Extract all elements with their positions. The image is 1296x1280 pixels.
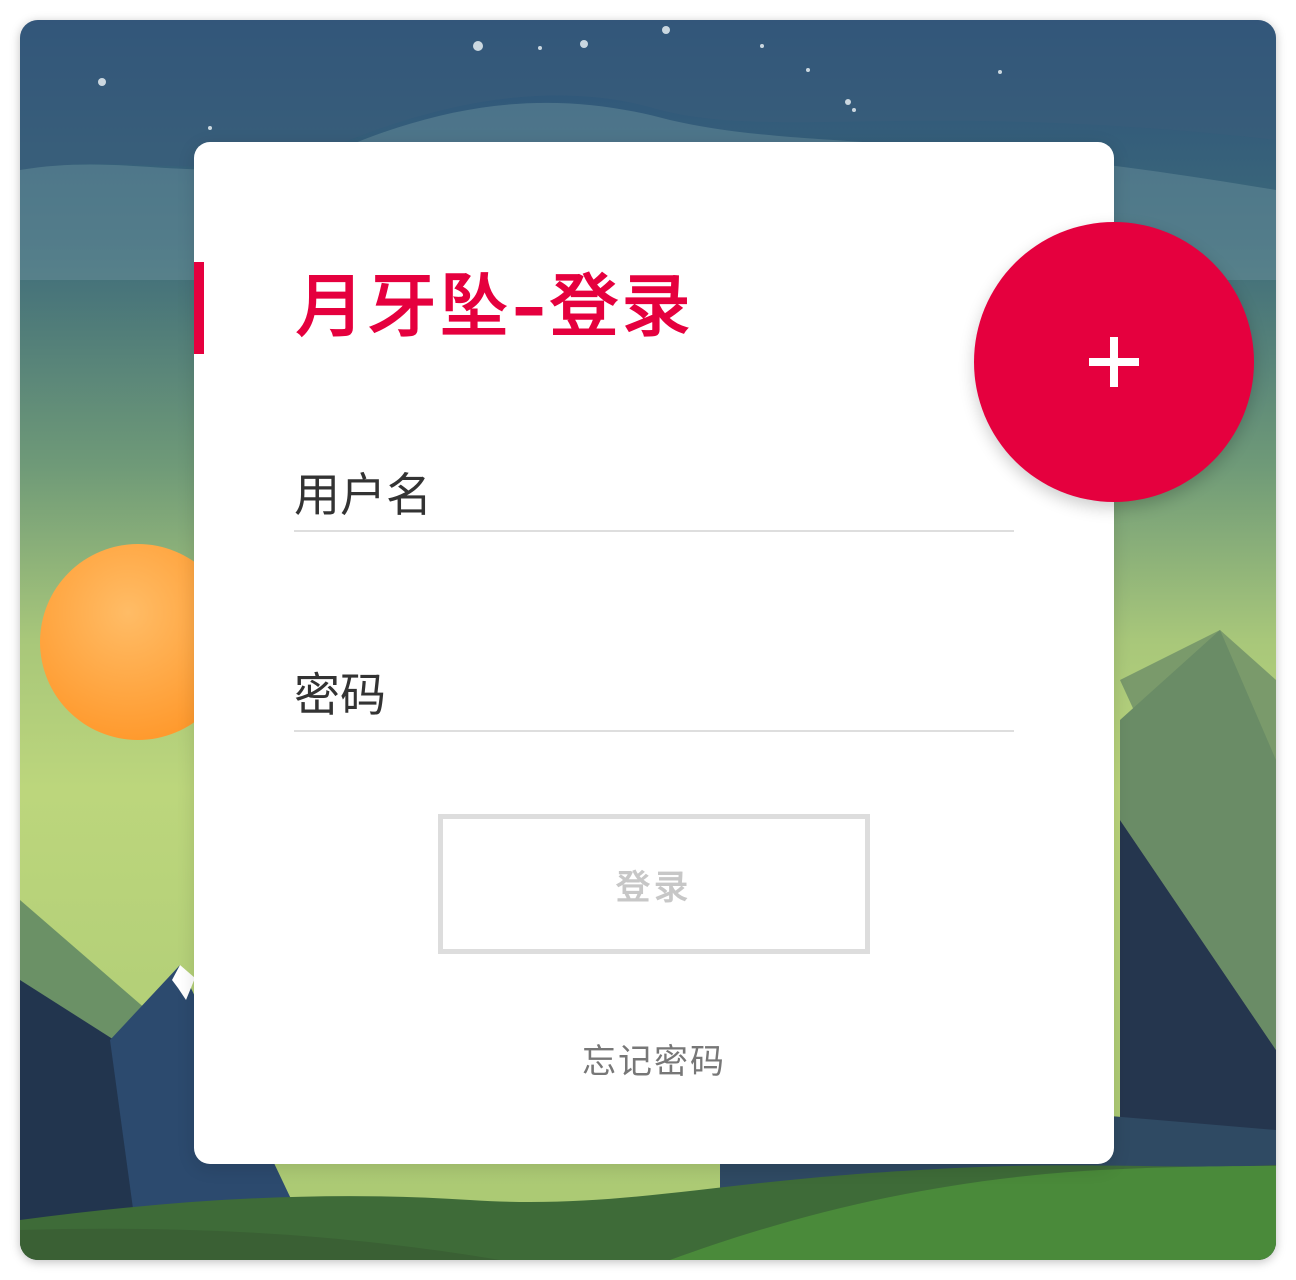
plus-icon-vertical [1110, 337, 1118, 387]
register-fab-button[interactable] [974, 222, 1254, 502]
password-input[interactable] [294, 660, 1014, 730]
login-card: 月牙坠–登录 登录 忘记密码 [194, 142, 1114, 1164]
page-title: 月牙坠–登录 [296, 268, 695, 347]
username-input[interactable] [294, 460, 1014, 530]
login-button[interactable]: 登录 [438, 814, 870, 954]
forgot-password-link[interactable]: 忘记密码 [194, 1034, 1114, 1083]
title-accent-bar [194, 262, 204, 354]
password-field [294, 660, 1014, 732]
username-field [294, 460, 1014, 532]
